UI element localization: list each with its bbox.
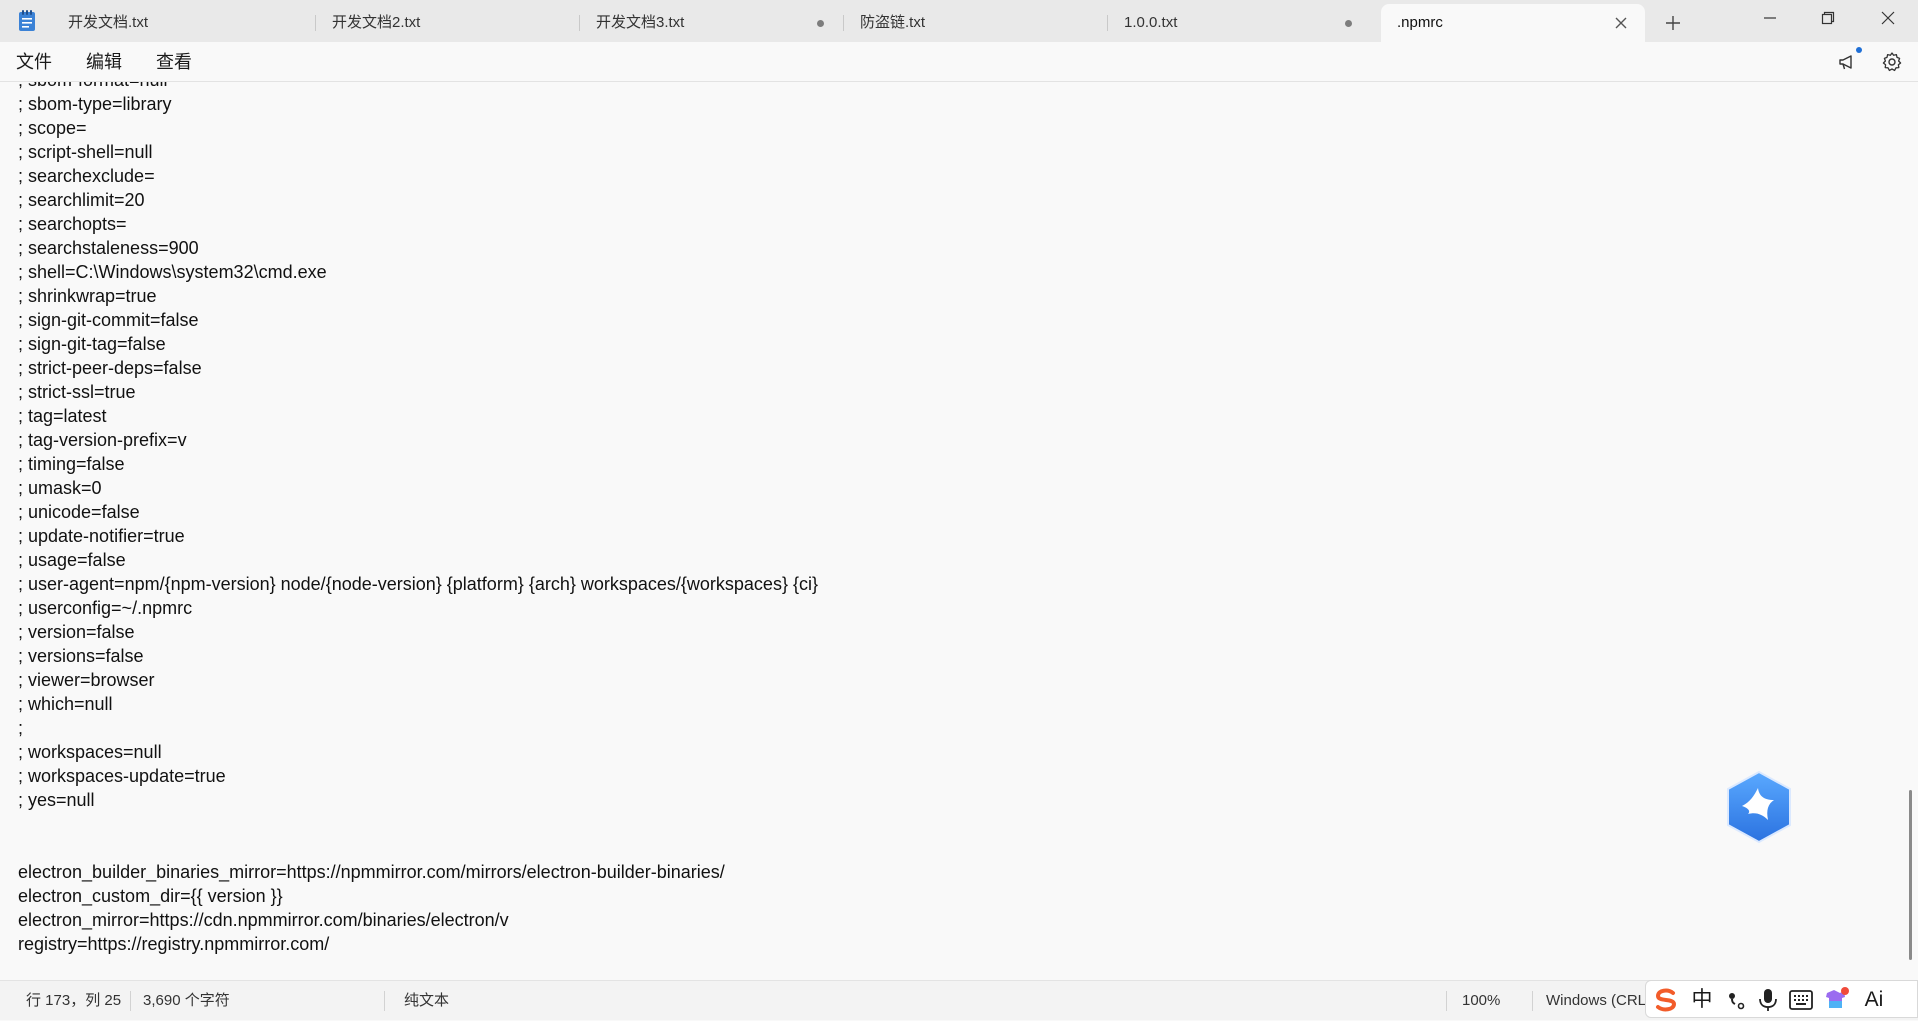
editor-line: ; searchstaleness=900 bbox=[18, 238, 199, 258]
line-ending[interactable]: Windows (CRLF) bbox=[1546, 981, 1660, 1021]
close-icon bbox=[1881, 11, 1895, 25]
editor-line: electron_custom_dir={{ version }} bbox=[18, 886, 283, 906]
editor-line: ; update-notifier=true bbox=[18, 526, 185, 546]
restore-button[interactable] bbox=[1798, 0, 1858, 36]
editor-line: ; umask=0 bbox=[18, 478, 102, 498]
menu-file[interactable]: 文件 bbox=[10, 42, 58, 82]
tab-0[interactable]: 开发文档.txt bbox=[52, 4, 316, 42]
status-divider bbox=[1446, 991, 1447, 1011]
ime-ai[interactable]: Ai bbox=[1856, 986, 1892, 1014]
unsaved-dot-icon bbox=[1345, 20, 1352, 27]
minimize-button[interactable] bbox=[1740, 0, 1800, 36]
editor-line: electron_mirror=https://cdn.npmmirror.co… bbox=[18, 910, 509, 930]
menu-edit[interactable]: 编辑 bbox=[80, 42, 128, 82]
vertical-scrollbar[interactable] bbox=[1906, 82, 1918, 980]
keyboard-icon[interactable] bbox=[1788, 989, 1814, 1011]
megaphone-icon[interactable] bbox=[1836, 50, 1860, 74]
editor-line: ; userconfig=~/.npmrc bbox=[18, 598, 193, 618]
tab-label: 1.0.0.txt bbox=[1124, 14, 1178, 31]
ime-chinese-mode[interactable]: 中 bbox=[1688, 986, 1716, 1014]
status-divider bbox=[1532, 991, 1533, 1011]
tab-label: 开发文档2.txt bbox=[332, 14, 421, 31]
editor-line: ; viewer=browser bbox=[18, 670, 155, 690]
restore-icon bbox=[1821, 11, 1835, 25]
editor-line: ; user-agent=npm/{npm-version} node/{nod… bbox=[18, 574, 818, 594]
skin-icon[interactable] bbox=[1822, 985, 1850, 1013]
status-bar: 行 173，列 25 3,690 个字符 纯文本 100% Windows (C… bbox=[0, 980, 1918, 1020]
editor-line: ; timing=false bbox=[18, 454, 125, 474]
bird-assistant-icon[interactable] bbox=[1724, 770, 1794, 844]
editor-line: ; sign-git-commit=false bbox=[18, 310, 199, 330]
editor-line: registry=https://registry.npmmirror.com/ bbox=[18, 934, 330, 954]
menu-bar: 文件 编辑 查看 bbox=[0, 42, 1918, 82]
editor-line: ; sbom-type=library bbox=[18, 94, 172, 114]
tab-label: 开发文档3.txt bbox=[596, 14, 685, 31]
notepad-icon bbox=[19, 10, 35, 31]
editor-line: ; which=null bbox=[18, 694, 113, 714]
editor-line: ; shrinkwrap=true bbox=[18, 286, 157, 306]
editor-line: ; searchexclude= bbox=[18, 166, 155, 186]
editor-line: ; sbom-format=null bbox=[18, 82, 818, 92]
close-icon[interactable] bbox=[1613, 15, 1629, 31]
editor-line: ; strict-peer-deps=false bbox=[18, 358, 202, 378]
editor-line: ; shell=C:\Windows\system32\cmd.exe bbox=[18, 262, 327, 282]
tab-label: .npmrc bbox=[1397, 14, 1443, 31]
editor-line: ; versions=false bbox=[18, 646, 144, 666]
microphone-icon[interactable] bbox=[1756, 987, 1780, 1013]
status-divider bbox=[384, 991, 385, 1011]
tab-2[interactable]: 开发文档3.txt bbox=[580, 4, 844, 42]
editor-line: ; sign-git-tag=false bbox=[18, 334, 166, 354]
tab-label: 开发文档.txt bbox=[68, 14, 149, 31]
status-divider bbox=[130, 991, 131, 1011]
text-editor[interactable]: ; sbom-format=null ; sbom-type=library ; s… bbox=[0, 82, 1906, 980]
tab-5-active[interactable]: .npmrc bbox=[1381, 4, 1645, 42]
scrollbar-thumb[interactable] bbox=[1909, 790, 1912, 960]
editor-line: ; version=false bbox=[18, 622, 135, 642]
editor-line: ; tag-version-prefix=v bbox=[18, 430, 187, 450]
minimize-icon bbox=[1764, 17, 1776, 19]
tab-bar: 开发文档.txt 开发文档2.txt 开发文档3.txt 防盗链.txt 1.0… bbox=[0, 0, 1918, 42]
editor-line: ; script-shell=null bbox=[18, 142, 153, 162]
character-count: 3,690 个字符 bbox=[143, 992, 230, 1009]
editor-lines: ; sbom-format=null ; sbom-type=library ; s… bbox=[18, 82, 818, 956]
gear-icon[interactable] bbox=[1880, 50, 1904, 74]
editor-line: ; searchopts= bbox=[18, 214, 127, 234]
editor-line: ; workspaces=null bbox=[18, 742, 162, 762]
editor-line: ; yes=null bbox=[18, 790, 95, 810]
tab-4[interactable]: 1.0.0.txt bbox=[1108, 4, 1372, 42]
editor-line: ; strict-ssl=true bbox=[18, 382, 136, 402]
editor-line: ; unicode=false bbox=[18, 502, 140, 522]
punctuation-icon[interactable] bbox=[1724, 989, 1748, 1011]
notification-badge bbox=[1856, 47, 1862, 53]
file-format: 纯文本 bbox=[404, 992, 450, 1009]
editor-line: ; usage=false bbox=[18, 550, 126, 570]
menu-view[interactable]: 查看 bbox=[150, 42, 198, 82]
cursor-position[interactable]: 行 173，列 25 bbox=[26, 981, 121, 1021]
tab-label: 防盗链.txt bbox=[860, 14, 926, 31]
editor-line: ; searchlimit=20 bbox=[18, 190, 145, 210]
zoom-level[interactable]: 100% bbox=[1462, 981, 1500, 1021]
sogou-logo-icon[interactable] bbox=[1652, 987, 1680, 1013]
editor-line: ; bbox=[18, 718, 24, 738]
plus-icon[interactable] bbox=[1658, 8, 1688, 38]
unsaved-dot-icon bbox=[817, 20, 824, 27]
editor-line bbox=[18, 836, 818, 860]
editor-line: ; tag=latest bbox=[18, 406, 107, 426]
tab-3[interactable]: 防盗链.txt bbox=[844, 4, 1108, 42]
editor-line bbox=[18, 812, 818, 836]
editor-line: ; scope= bbox=[18, 118, 87, 138]
tab-1[interactable]: 开发文档2.txt bbox=[316, 4, 580, 42]
close-window-button[interactable] bbox=[1858, 0, 1918, 36]
editor-line: ; workspaces-update=true bbox=[18, 766, 226, 786]
editor-line: electron_builder_binaries_mirror=https:/… bbox=[18, 862, 725, 882]
ime-toolbar: 中 Ai bbox=[1645, 980, 1918, 1018]
